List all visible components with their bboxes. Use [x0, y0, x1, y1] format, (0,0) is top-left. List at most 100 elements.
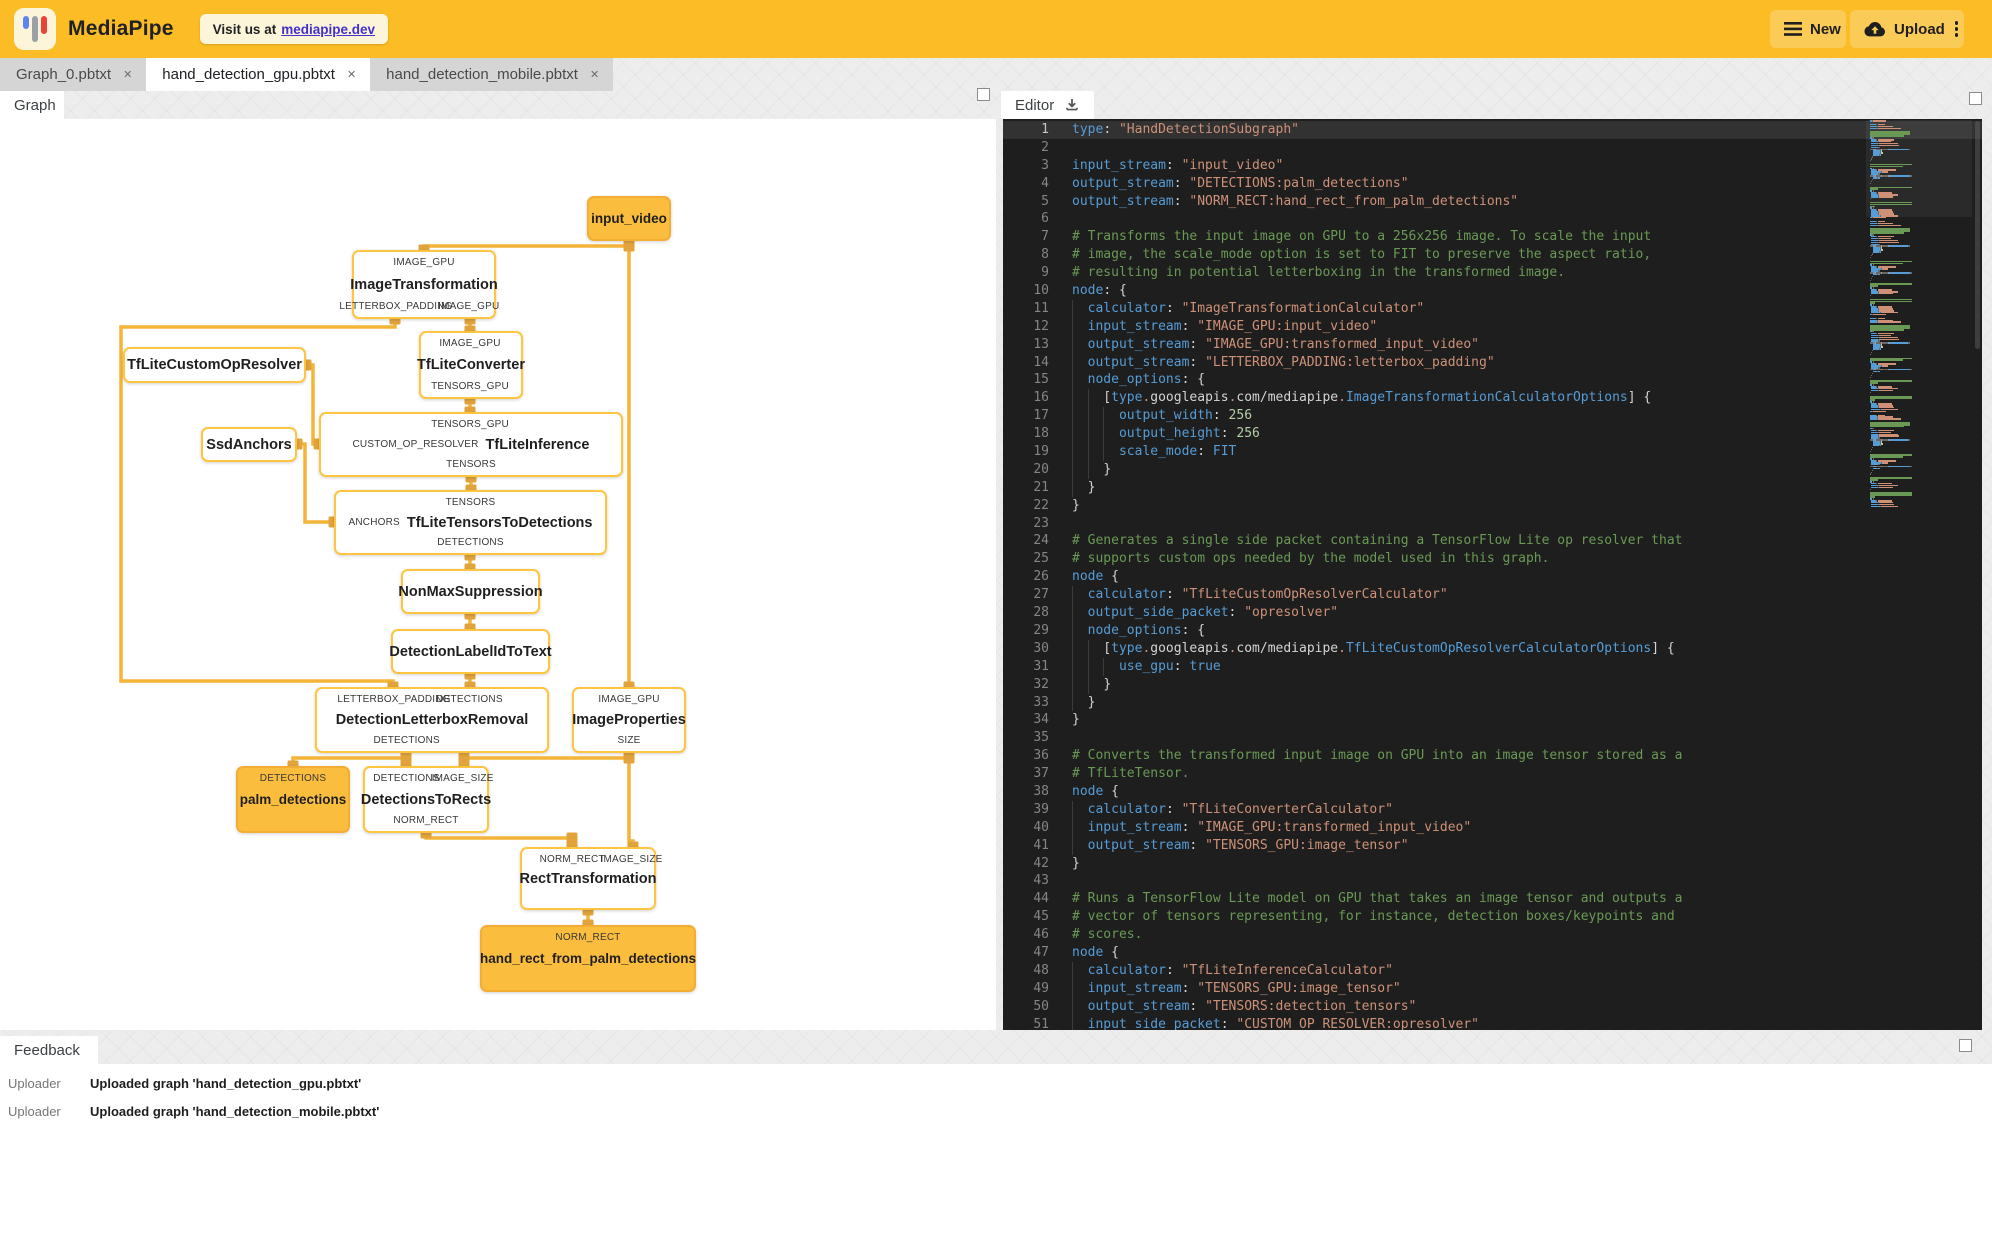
code-line[interactable]: 13 output_stream: "IMAGE_GPU:transformed…	[1003, 335, 1982, 354]
mediapipe-dev-link[interactable]: mediapipe.dev	[281, 22, 375, 37]
code-line[interactable]: 21 }	[1003, 478, 1982, 497]
close-tab-icon[interactable]: ✕	[345, 66, 358, 83]
code-line[interactable]: 9 # resulting in potential letterboxing i…	[1003, 264, 1982, 282]
line-number: 1	[1041, 122, 1049, 137]
line-number: 17	[1033, 408, 1049, 424]
code-line[interactable]: 26 node {	[1003, 568, 1982, 586]
graph-node-SsdAnchors[interactable]: SsdAnchors	[201, 427, 297, 462]
file-tab[interactable]: Graph_0.pbtxt ✕	[0, 58, 147, 91]
code-line[interactable]: 1 type: "HandDetectionSubgraph"	[1003, 121, 1982, 139]
expand-graph-icon[interactable]	[977, 88, 990, 101]
graph-node-RectTransformation[interactable]: NORM_RECT IMAGE_SIZE RectTransformation	[520, 847, 662, 910]
tab-editor[interactable]: Editor	[1001, 91, 1095, 119]
graph-node-NonMaxSuppression[interactable]: NonMaxSuppression	[398, 569, 543, 614]
code-line[interactable]: 47 node {	[1003, 944, 1982, 962]
code-line[interactable]: 36 # Converts the transformed input image…	[1003, 747, 1982, 765]
code-line[interactable]: 22}	[1003, 497, 1982, 515]
code-line[interactable]: 37 # TfLiteTensor.	[1003, 765, 1982, 783]
code-line[interactable]: 25 # supports custom ops needed by the mo…	[1003, 550, 1982, 568]
code-line[interactable]: 16 [type.googleapis.com/mediapipe.ImageT…	[1003, 389, 1982, 408]
file-tab[interactable]: hand_detection_mobile.pbtxt ✕	[370, 58, 614, 91]
graph-node-palm_detections[interactable]: DETECTIONS palm_detections	[236, 766, 350, 833]
editor-scrollbar[interactable]	[1975, 121, 1980, 349]
code-line[interactable]: 24 # Generates a single side packet conta…	[1003, 532, 1982, 550]
graph-node-TfLiteInference[interactable]: TENSORS_GPU TENSORS CUSTOM_OP_RESOLVER TfLi…	[319, 412, 623, 477]
node-title: ImageProperties	[572, 712, 686, 728]
download-icon[interactable]	[1064, 97, 1080, 113]
tab-feedback[interactable]: Feedback	[0, 1036, 98, 1064]
more-options-icon[interactable]	[1954, 19, 1959, 40]
code-line[interactable]: 8 # image, the scale_mode option is set t…	[1003, 246, 1982, 264]
code-line[interactable]: 50 output_stream: "TENSORS:detection_ten…	[1003, 997, 1982, 1016]
code-line[interactable]: 32 }	[1003, 675, 1982, 694]
visit-prefix: Visit us at	[212, 21, 277, 37]
code-line[interactable]: 2	[1003, 139, 1982, 157]
graph-node-DetectionLetterboxRemoval[interactable]: LETTERBOX_PADDING DETECTIONS DETECTIONS Det…	[315, 687, 549, 753]
graph-node-ImageProperties[interactable]: IMAGE_GPU SIZE ImageProperties	[572, 687, 686, 753]
node-title: NonMaxSuppression	[398, 583, 543, 600]
code-line[interactable]: 48 calculator: "TfLiteInferenceCalculato…	[1003, 961, 1982, 980]
graph-node-DetectionLabelIdToText[interactable]: DetectionLabelIdToText	[389, 629, 552, 674]
code-line[interactable]: 15 node_options: {	[1003, 371, 1982, 390]
code-line[interactable]: 29 node_options: {	[1003, 621, 1982, 640]
expand-feedback-icon[interactable]	[1959, 1039, 1972, 1052]
graph-node-TfLiteTensorsToDetections[interactable]: TENSORS DETECTIONS ANCHORS TfLiteTensorsToD…	[334, 490, 607, 555]
code-line[interactable]: 11 calculator: "ImageTransformationCalcu…	[1003, 299, 1982, 318]
code-line[interactable]: 39 calculator: "TfLiteConverterCalculato…	[1003, 800, 1982, 819]
node-title: ANCHORS TfLiteTensorsToDetections	[348, 514, 593, 531]
graph-node-input_video[interactable]: input_video	[587, 196, 671, 241]
code-line[interactable]: 7 # Transforms the input image on GPU to …	[1003, 228, 1982, 246]
graph-node-ImageTransformation[interactable]: IMAGE_GPU LETTERBOX_PADDING IMAGE_GPU Image…	[339, 250, 499, 319]
code-line[interactable]: 43	[1003, 872, 1982, 890]
code-line[interactable]: 44 # Runs a TensorFlow Lite model on GPU …	[1003, 890, 1982, 908]
code-line[interactable]: 17 output_width: 256	[1003, 407, 1982, 426]
code-line[interactable]: 18 output_height: 256	[1003, 425, 1982, 444]
node-title: SsdAnchors	[206, 436, 292, 453]
close-tab-icon[interactable]: ✕	[121, 66, 134, 83]
code-line[interactable]: 3 input_stream: "input_video"	[1003, 157, 1982, 175]
line-number: 43	[1033, 873, 1049, 889]
code-line[interactable]: 33 }	[1003, 693, 1982, 712]
line-number: 39	[1033, 801, 1049, 817]
new-button[interactable]: New	[1770, 10, 1846, 48]
code-line[interactable]: 42}	[1003, 855, 1982, 873]
code-line[interactable]: 4 output_stream: "DETECTIONS:palm_detecti…	[1003, 175, 1982, 193]
graph-node-hand_rect_from_palm_detections[interactable]: NORM_RECT hand_rect_from_palm_detections	[480, 925, 696, 992]
code-line[interactable]: 31 use_gpu: true	[1003, 657, 1982, 676]
code-line[interactable]: 40 input_stream: "IMAGE_GPU:transformed_…	[1003, 818, 1982, 837]
line-number: 37	[1033, 766, 1049, 782]
code-line[interactable]: 45 # vector of tensors representing, for …	[1003, 908, 1982, 926]
editor-minimap[interactable]	[1866, 120, 1972, 1029]
code-line[interactable]: 35	[1003, 729, 1982, 747]
code-line[interactable]: 14 output_stream: "LETTERBOX_PADDING:let…	[1003, 353, 1982, 372]
code-editor[interactable]: 1 type: "HandDetectionSubgraph" 2 3 input_st…	[1003, 119, 1982, 1030]
line-number: 10	[1033, 283, 1049, 299]
code-line[interactable]: 49 input_stream: "TENSORS_GPU:image_tens…	[1003, 979, 1982, 998]
graph-node-DetectionsToRects[interactable]: DETECTIONS IMAGE_SIZE NORM_RECT DetectionsT…	[361, 766, 493, 833]
code-line[interactable]: 23	[1003, 515, 1982, 533]
code-line[interactable]: 10 node: {	[1003, 282, 1982, 300]
code-line[interactable]: 51 input_side_packet: "CUSTOM_OP_RESOLVE…	[1003, 1015, 1982, 1030]
tab-graph[interactable]: Graph	[0, 91, 64, 119]
code-line[interactable]: 30 [type.googleapis.com/mediapipe.TfLite…	[1003, 639, 1982, 658]
code-line[interactable]: 6	[1003, 210, 1982, 228]
node-title: DetectionLabelIdToText	[389, 643, 552, 660]
graph-node-TfLiteConverter[interactable]: IMAGE_GPU TENSORS_GPU TfLiteConverter	[417, 331, 525, 399]
graph-node-TfLiteCustomOpResolver[interactable]: TfLiteCustomOpResolver	[123, 347, 306, 383]
code-line[interactable]: 46 # scores.	[1003, 926, 1982, 944]
file-tab[interactable]: hand_detection_gpu.pbtxt ✕	[146, 58, 371, 91]
code-line[interactable]: 34}	[1003, 711, 1982, 729]
line-number: 15	[1033, 372, 1049, 388]
code-line[interactable]: 27 calculator: "TfLiteCustomOpResolverCa…	[1003, 586, 1982, 605]
code-lines[interactable]: 1 type: "HandDetectionSubgraph" 2 3 input_st…	[1003, 121, 1982, 1030]
upload-button[interactable]: Upload	[1850, 10, 1964, 48]
code-line[interactable]: 12 input_stream: "IMAGE_GPU:input_video"	[1003, 317, 1982, 336]
close-tab-icon[interactable]: ✕	[588, 66, 601, 83]
code-line[interactable]: 20 }	[1003, 460, 1982, 479]
expand-editor-icon[interactable]	[1969, 92, 1982, 105]
code-line[interactable]: 41 output_stream: "TENSORS_GPU:image_ten…	[1003, 836, 1982, 855]
code-line[interactable]: 28 output_side_packet: "opresolver"	[1003, 604, 1982, 622]
code-line[interactable]: 5 output_stream: "NORM_RECT:hand_rect_fro…	[1003, 193, 1982, 211]
code-line[interactable]: 19 scale_mode: FIT	[1003, 443, 1982, 461]
code-line[interactable]: 38 node {	[1003, 783, 1982, 801]
